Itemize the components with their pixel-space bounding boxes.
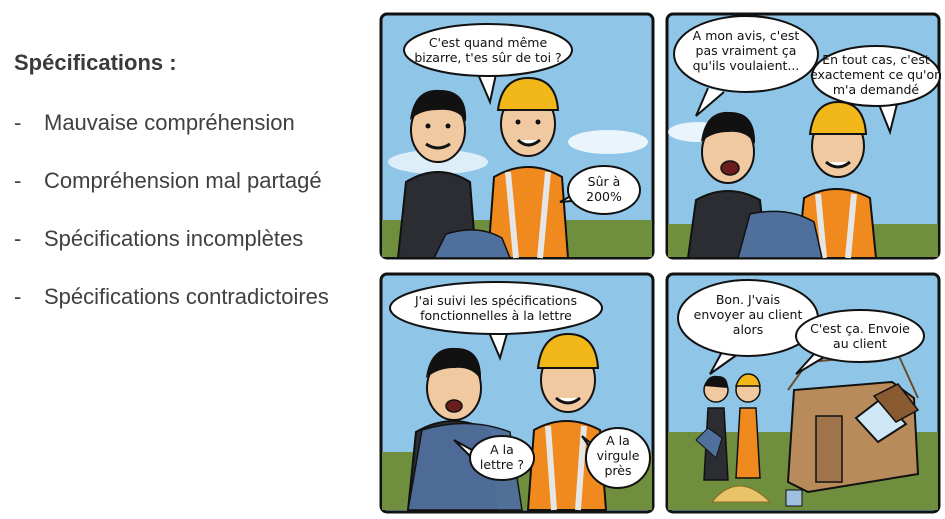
bullet-text: Mauvaise compréhension xyxy=(44,110,295,135)
panel3-bubble-mid-line2: lettre ? xyxy=(480,457,524,472)
panel3-bubble-top-line1: J'ai suivi les spécifications xyxy=(414,293,577,308)
panel4-bubble-right-line2: au client xyxy=(833,336,887,351)
panel2-bubble-right-line2: exactement ce qu'on xyxy=(810,67,942,82)
panel3-bubble-right-line3: près xyxy=(604,463,631,478)
panel1-bubble-right-line1: Sûr à xyxy=(588,174,621,189)
panel1-bubble-right-line2: 200% xyxy=(586,189,622,204)
slide-heading: Spécifications : xyxy=(14,50,177,75)
comic-strip: C'est quand même bizarre, t'es sûr de to… xyxy=(378,12,942,515)
panel4-bubble-left-line2: envoyer au client xyxy=(694,307,803,322)
bullet-item: - Spécifications contradictoires xyxy=(14,284,329,309)
panel2-bubble-left-line2: pas vraiment ça xyxy=(696,43,797,58)
panel2-bubble-left-line3: qu'ils voulaient... xyxy=(693,58,800,73)
bullet-item: - Spécifications incomplètes xyxy=(14,226,304,251)
panel4-bubble-left-line1: Bon. J'vais xyxy=(716,292,780,307)
panel4-bubble-left-line3: alors xyxy=(733,322,763,337)
panel3-bubble-mid-line1: A la xyxy=(490,442,514,457)
panel-1: C'est quand même bizarre, t'es sûr de to… xyxy=(379,12,655,260)
panel3-bubble-right-line2: virgule xyxy=(597,448,640,463)
panel2-bubble-right-line1: En tout cas, c'est xyxy=(822,52,930,67)
bullet-text: Compréhension mal partagé xyxy=(44,168,322,193)
panel1-bubble-left-line2: bizarre, t'es sûr de toi ? xyxy=(414,50,561,65)
panel2-bubble-left-line1: A mon avis, c'est xyxy=(693,28,800,43)
panel4-bubble-right-line1: C'est ça. Envoie xyxy=(810,321,910,336)
comic-svg: C'est quand même bizarre, t'es sûr de to… xyxy=(379,12,942,514)
bullet-item: - Mauvaise compréhension xyxy=(14,110,295,135)
bullet-text: Spécifications contradictoires xyxy=(44,284,329,309)
panel1-bubble-left-line1: C'est quand même xyxy=(429,35,548,50)
panel-4: Bon. J'vais envoyer au client alors C'es… xyxy=(665,272,941,514)
bullet-item: - Compréhension mal partagé xyxy=(14,168,322,193)
panel2-bubble-right-line3: m'a demandé xyxy=(833,82,920,97)
bullet-list: - Mauvaise compréhension - Compréhension m… xyxy=(14,106,329,338)
panel-2: A mon avis, c'est pas vraiment ça qu'ils… xyxy=(665,12,942,260)
panel3-bubble-top-line2: fonctionnelles à la lettre xyxy=(420,308,572,323)
bullet-text: Spécifications incomplètes xyxy=(44,226,304,251)
panel-3: J'ai suivi les spécifications fonctionne… xyxy=(379,272,655,514)
panel3-bubble-right-line1: A la xyxy=(606,433,630,448)
